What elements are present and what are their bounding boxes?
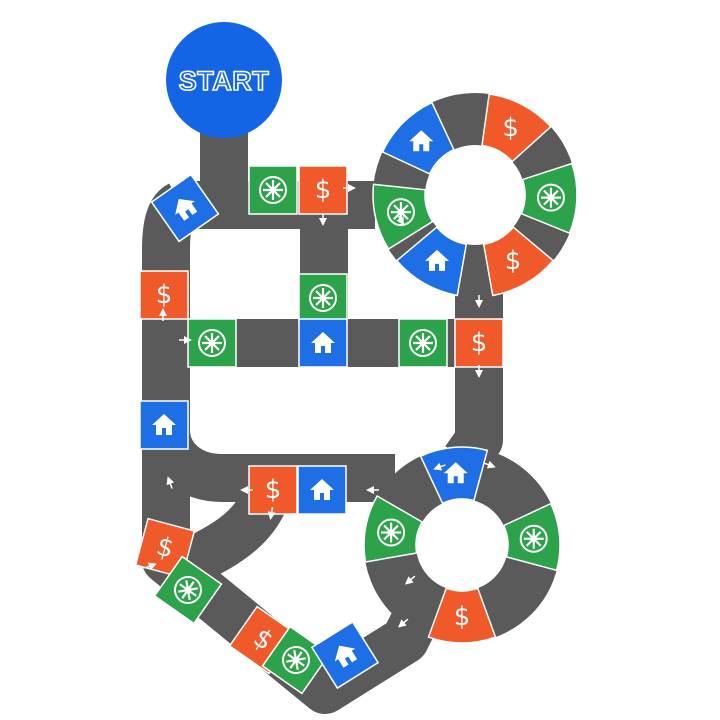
track-layer bbox=[142, 93, 577, 714]
spinner-wheel-icon bbox=[376, 518, 406, 547]
tile-spin-top[interactable] bbox=[248, 165, 298, 215]
dollar-icon: $ bbox=[265, 475, 282, 505]
dollar-icon: $ bbox=[454, 602, 471, 632]
tile-house-lower-row[interactable] bbox=[297, 465, 347, 515]
tile-spin-inner-column[interactable] bbox=[298, 273, 348, 323]
tile-house-left-lower[interactable] bbox=[139, 400, 189, 450]
dollar-icon: $ bbox=[471, 328, 488, 358]
game-board: $$$$$$$$$ START bbox=[134, 22, 578, 714]
track-outer-loop bbox=[142, 181, 452, 714]
spinner-wheel-icon bbox=[197, 328, 227, 358]
start-label: START bbox=[179, 66, 270, 96]
spinner-wheel-icon bbox=[308, 283, 338, 313]
start-space[interactable]: START bbox=[166, 22, 282, 138]
spinner-wheel-icon bbox=[258, 175, 288, 205]
tile-money-right[interactable]: $ bbox=[454, 318, 504, 368]
tile-house-middle[interactable] bbox=[298, 318, 348, 368]
tile-spin-middle-right[interactable] bbox=[398, 318, 448, 368]
dollar-icon: $ bbox=[502, 113, 519, 143]
tile-spin-middle-left[interactable] bbox=[187, 318, 237, 368]
spinner-wheel-icon bbox=[519, 524, 548, 553]
tile-money-top[interactable]: $ bbox=[298, 165, 348, 215]
dollar-icon: $ bbox=[156, 280, 173, 310]
dollar-icon: $ bbox=[505, 246, 522, 276]
tile-money-lower-row[interactable]: $ bbox=[248, 465, 298, 515]
spinner-wheel-icon bbox=[408, 328, 438, 358]
spinner-wheel-icon bbox=[536, 183, 566, 212]
dollar-icon: $ bbox=[315, 175, 332, 205]
